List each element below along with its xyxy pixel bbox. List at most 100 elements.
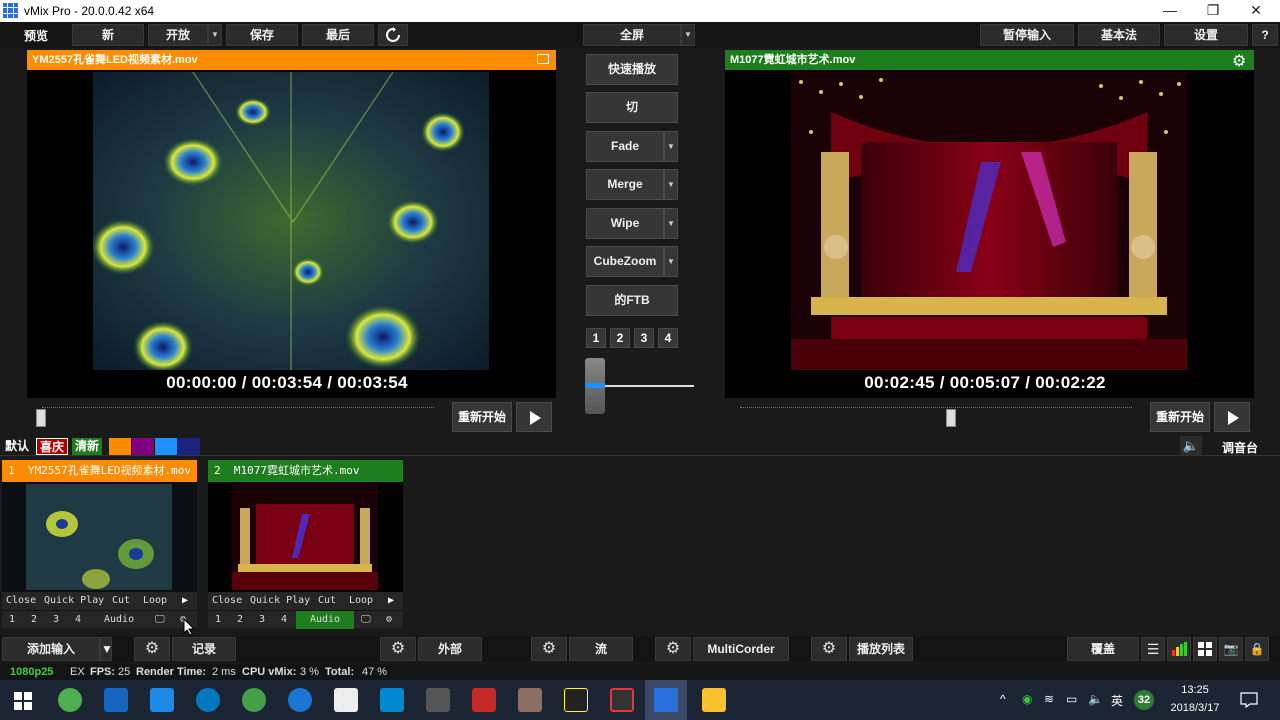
multicorder-gear-icon[interactable]: ⚙ [655,637,691,661]
app-icon-9[interactable] [426,688,450,712]
input-1-play-icon[interactable]: ▶ [182,592,188,610]
fade-button[interactable]: Fade [586,131,664,162]
transition-num-4[interactable]: 4 [658,328,678,348]
cubezoom-dropdown-icon[interactable]: ▼ [664,246,678,277]
grid-view-icon[interactable] [1193,637,1217,661]
fullscreen-dropdown-icon[interactable]: ▼ [681,24,695,46]
wipe-button[interactable]: Wipe [586,208,664,239]
open-dropdown-icon[interactable]: ▼ [208,24,222,46]
input-1-num-1[interactable]: 1 [9,611,15,629]
tray-wifi-icon[interactable]: ≋ [1044,692,1054,706]
notification-icon[interactable] [1240,692,1258,708]
teamviewer-app-icon[interactable] [196,688,220,712]
wipe-dropdown-icon[interactable]: ▼ [664,208,678,239]
cut-button[interactable]: 切 [586,92,678,123]
external-button[interactable]: 外部 [418,637,482,661]
tag-default[interactable]: 默认 [2,438,33,455]
merge-button[interactable]: Merge [586,169,664,200]
external-gear-icon[interactable]: ⚙ [380,637,416,661]
input-1-monitor-icon[interactable]: 🖵 [155,611,165,629]
browser-app-icon[interactable] [58,688,82,712]
input-2-gear-icon[interactable]: ⚙ [386,611,392,629]
input-2-close-button[interactable]: Close [212,592,242,610]
output-restart-button[interactable]: 重新开始 [1150,402,1210,432]
multicorder-button[interactable]: MultiCorder [693,637,789,661]
preview-play-button[interactable] [516,402,552,432]
tray-app-icon[interactable]: ◉ [1022,692,1032,706]
record-gear-icon[interactable]: ⚙ [134,637,170,661]
list-view-icon[interactable]: ☰ [1141,637,1165,661]
input-1-thumbnail[interactable] [2,482,197,592]
open-button[interactable]: 开放 [148,24,208,46]
input-2-play-icon[interactable]: ▶ [388,592,394,610]
z-app-icon[interactable] [104,688,128,712]
tray-date[interactable]: 2018/3/17 [1165,702,1225,714]
u-app-icon[interactable] [288,688,312,712]
input-2-thumbnail[interactable] [208,482,403,592]
input-1-num-3[interactable]: 3 [53,611,59,629]
input-1-quickplay-button[interactable]: Quick Play [44,592,104,610]
yel-app-icon[interactable] [564,688,588,712]
merge-dropdown-icon[interactable]: ▼ [664,169,678,200]
output-seek-handle[interactable] [945,409,956,427]
ftb-button[interactable]: 的FTB [586,285,678,316]
stream-button[interactable]: 流 [569,637,633,661]
audio-meter-icon[interactable] [1167,637,1191,661]
qq-app-icon[interactable] [150,688,174,712]
quick-play-button[interactable]: 快速播放 [586,54,678,85]
settings-button[interactable]: 设置 [1164,24,1248,46]
windows-start-icon[interactable] [14,692,32,710]
cubezoom-button[interactable]: CubeZoom [586,246,664,277]
mixer-label[interactable]: 调音台 [1222,439,1258,456]
lock-icon[interactable]: 🔒 [1245,637,1269,661]
t-bar-track[interactable] [604,385,694,387]
input-2-monitor-icon[interactable]: 🖵 [361,611,371,629]
input-card-1[interactable]: 1 YM2557孔雀舞LED视频素材.mov Close Quick Play … [2,460,197,628]
new-button[interactable]: 新 [72,24,144,46]
transition-num-2[interactable]: 2 [610,328,630,348]
tray-chevron-icon[interactable]: ^ [1000,692,1006,706]
playlist-button[interactable]: 播放列表 [849,637,913,661]
pi-app-icon[interactable] [380,688,404,712]
add-input-dropdown-icon[interactable]: ▼ [100,637,113,661]
tray-battery-icon[interactable]: ▭ [1066,692,1077,706]
input-2-loop-button[interactable]: Loop [349,592,373,610]
stream-gear-icon[interactable]: ⚙ [531,637,567,661]
tag-orange[interactable] [109,438,131,455]
output-seek-track[interactable] [740,407,1132,419]
vmix-taskbar-active[interactable] [645,680,687,720]
save-button[interactable]: 保存 [226,24,298,46]
input-2-title[interactable]: 2 M1077霓虹城市艺术.mov [208,460,403,482]
tray-time[interactable]: 13:25 [1165,684,1225,696]
tray-volume-icon[interactable]: 🔈 [1088,692,1103,706]
input-1-close-button[interactable]: Close [6,592,36,610]
input-1-cut-button[interactable]: Cut [112,592,130,610]
input-card-2[interactable]: 2 M1077霓虹城市艺术.mov Close Quick Play Cut L… [208,460,403,629]
output-play-button[interactable] [1214,402,1250,432]
tray-ime[interactable]: 英 [1111,692,1123,709]
tag-navy[interactable] [178,438,200,455]
input-2-num-2[interactable]: 2 [237,611,243,629]
preview-restart-button[interactable]: 重新开始 [452,402,512,432]
tag-xiqing[interactable]: 喜庆 [36,438,69,455]
output-gear-icon[interactable]: ⚙ [1232,51,1246,71]
overlay-button[interactable]: 覆盖 [1067,637,1139,661]
app-icon-10[interactable] [472,688,496,712]
fullscreen-button[interactable]: 全屏 [583,24,681,46]
input-1-title[interactable]: 1 YM2557孔雀舞LED视频素材.mov [2,460,197,482]
input-1-num-4[interactable]: 4 [75,611,81,629]
close-button[interactable]: ✕ [1233,0,1279,22]
speaker-icon[interactable]: 🔈 [1180,436,1202,456]
preview-seek-handle[interactable] [36,409,46,427]
refresh-button[interactable] [378,24,408,46]
input-2-num-4[interactable]: 4 [281,611,287,629]
basic-button[interactable]: 基本法 [1078,24,1160,46]
add-input-button[interactable]: 添加输入 [2,637,100,661]
transition-num-1[interactable]: 1 [586,328,606,348]
minimize-button[interactable]: — [1147,0,1193,22]
wechat-app-icon[interactable] [242,688,266,712]
input-1-audio-button[interactable]: Audio [104,611,134,629]
record-button[interactable]: 记录 [172,637,236,661]
tag-purple[interactable] [132,438,154,455]
app-icon-11[interactable] [518,688,542,712]
